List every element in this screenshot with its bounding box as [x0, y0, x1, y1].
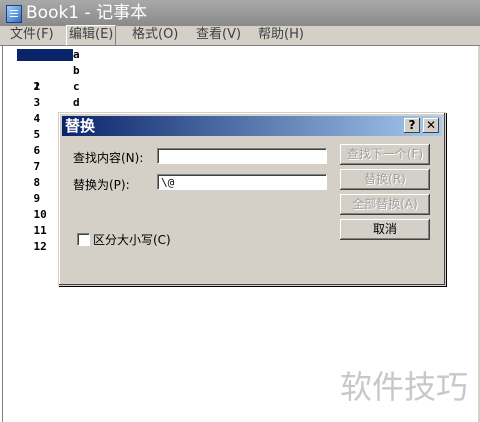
replace-label: 替换为(P): [73, 178, 130, 192]
menu-bar: 文件(F) 编辑(E) 格式(O) 查看(V) 帮助(H) [0, 25, 480, 46]
replace-all-button[interactable]: 全部替换(A) [340, 194, 430, 215]
editor-line: 8 [33, 176, 41, 189]
replace-input[interactable]: \@ [157, 174, 327, 190]
editor-line: 5 [33, 128, 41, 141]
menu-view[interactable]: 查看(V) [194, 26, 243, 45]
editor-line: 1a [7, 47, 80, 93]
find-next-button[interactable]: 查找下一个(F) [340, 144, 430, 165]
cancel-button[interactable]: 取消 [340, 219, 430, 240]
help-icon[interactable]: ? [404, 118, 420, 133]
editor-line: 6 [33, 144, 41, 157]
editor-line: 4d [33, 96, 80, 125]
watermark: 软件技巧 [340, 368, 469, 406]
title-bar[interactable]: Book1 - 记事本 [0, 0, 480, 26]
replace-dialog: 替换 ? ✕ 查找内容(N): 替换为(P): \@ 区分大小写(C) 查找下一… [58, 112, 446, 286]
menu-file[interactable]: 文件(F) [8, 26, 56, 45]
editor-line: 11 [33, 224, 47, 237]
close-icon[interactable]: ✕ [423, 118, 439, 133]
match-case-checkbox[interactable] [77, 233, 90, 246]
find-label: 查找内容(N): [73, 151, 144, 165]
editor-line: 12 [33, 240, 47, 253]
dialog-title-bar[interactable]: 替换 ? ✕ [62, 116, 442, 136]
editor-line: 9 [33, 192, 41, 205]
match-case-label: 区分大小写(C) [93, 233, 171, 247]
window-title: Book1 - 记事本 [26, 3, 148, 23]
editor-line: 10 [33, 208, 47, 221]
dialog-title: 替换 [65, 117, 96, 135]
menu-help[interactable]: 帮助(H) [256, 26, 306, 45]
menu-edit[interactable]: 编辑(E) [66, 25, 117, 46]
editor-line: 3c [33, 80, 80, 109]
menu-format[interactable]: 格式(O) [130, 26, 180, 45]
replace-button[interactable]: 替换(R) [340, 169, 430, 190]
find-input[interactable] [157, 148, 327, 164]
editor-line: 7 [33, 160, 41, 173]
selection-highlight [17, 49, 73, 61]
notepad-icon [6, 5, 22, 23]
editor-line: 2b [33, 64, 80, 93]
